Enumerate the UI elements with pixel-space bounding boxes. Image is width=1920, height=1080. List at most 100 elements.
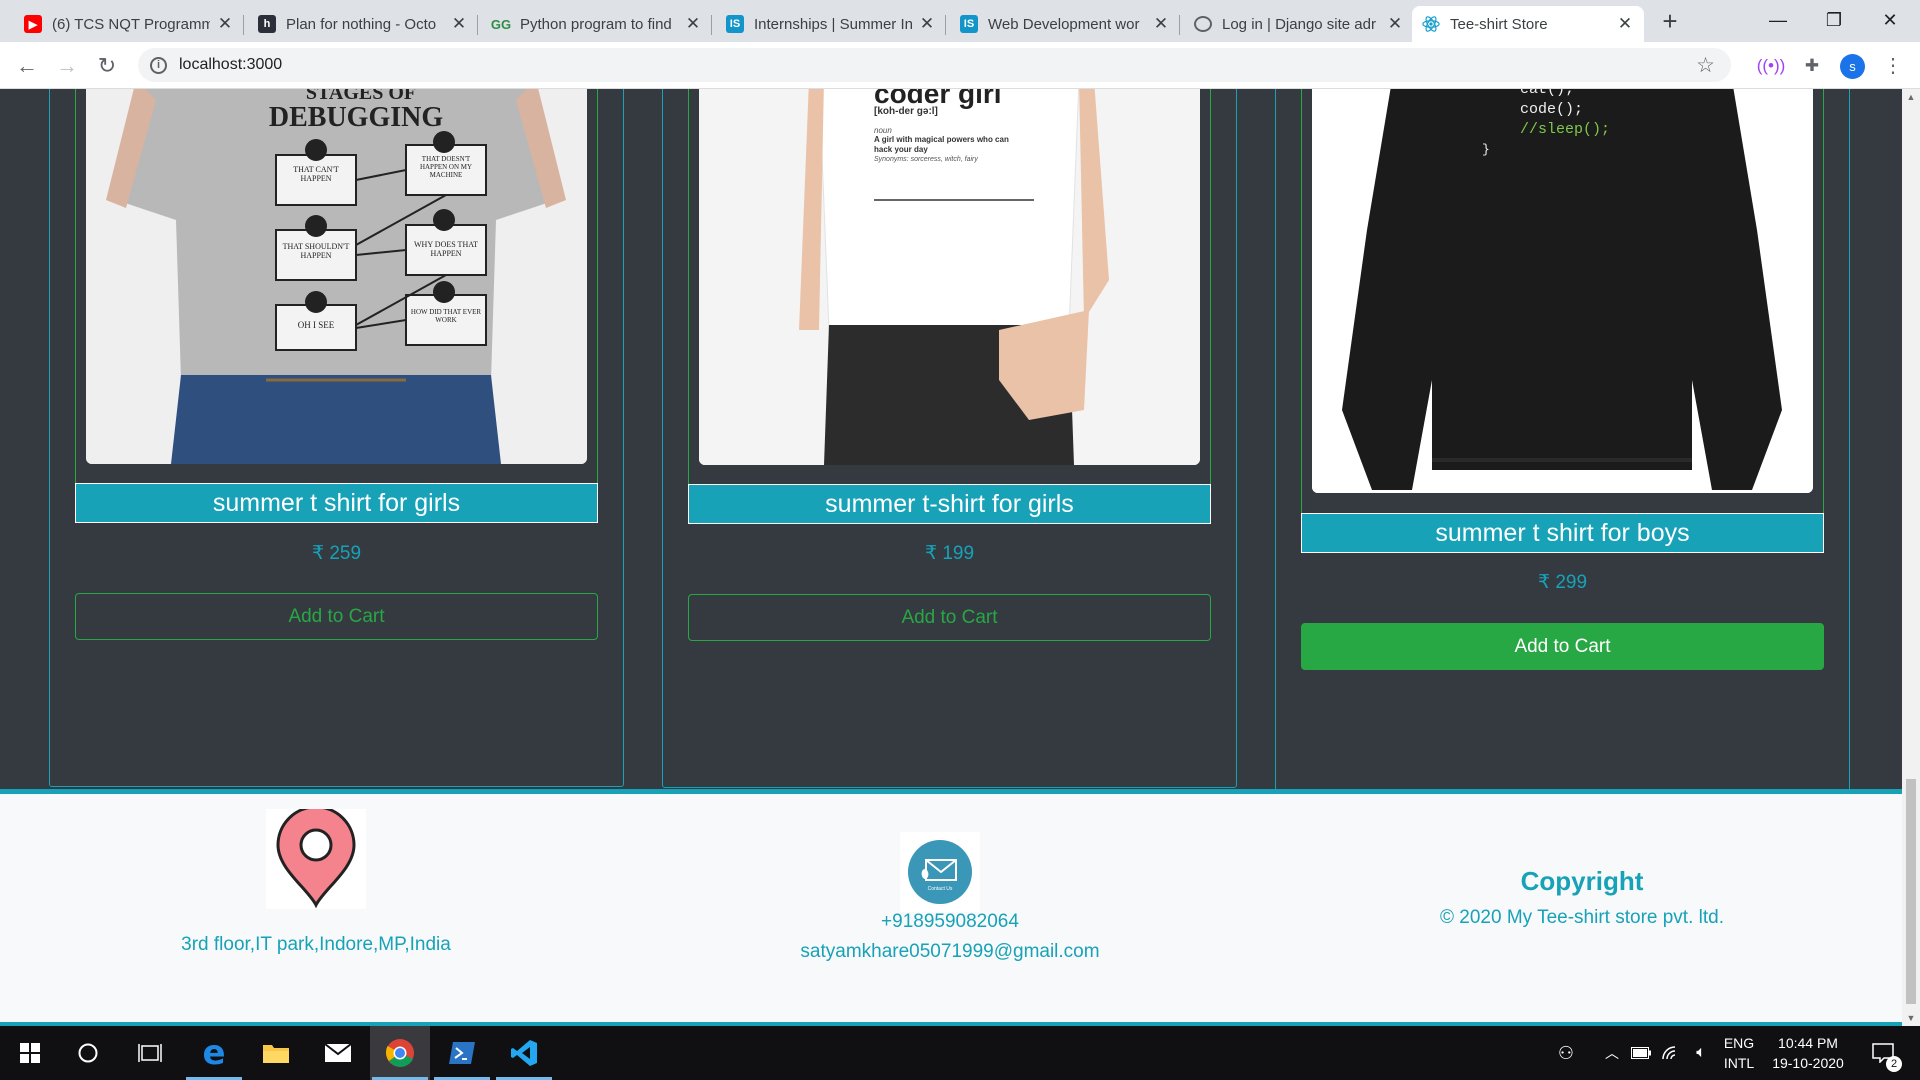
react-icon — [1422, 15, 1440, 33]
chrome-icon[interactable] — [370, 1026, 430, 1080]
info-icon[interactable]: i — [150, 56, 167, 74]
close-tab-icon[interactable]: ✕ — [216, 14, 234, 34]
contact-us-badge-text: Contact Us — [927, 886, 953, 892]
windows-taskbar: e ⚇ ︿ 🔈︎ ENG INTL 10:44 PM 19-10-2020 2 — [0, 1026, 1920, 1080]
add-to-cart-button[interactable]: Add to Cart — [75, 593, 598, 640]
browser-tab[interactable]: IS Internships | Summer In ✕ — [716, 6, 946, 42]
product-title: summer t-shirt for girls — [688, 484, 1211, 524]
add-to-cart-button[interactable]: Add to Cart — [1301, 623, 1824, 670]
file-explorer-icon[interactable] — [246, 1026, 306, 1080]
windows-start-icon[interactable] — [0, 1026, 60, 1080]
page-scrollbar[interactable]: ▲ ▼ — [1902, 89, 1920, 1026]
product-image-debugging-tee: STAGES OF DEBUGGING THAT CAN'T HAPPEN TH… — [86, 89, 587, 464]
search-circle-icon[interactable] — [58, 1026, 118, 1080]
wifi-icon[interactable] — [1659, 1026, 1683, 1080]
back-arrow-icon[interactable]: ← — [12, 51, 42, 81]
browser-tab[interactable]: ▶ (6) TCS NQT Programm ✕ — [14, 6, 244, 42]
extensions-puzzle-icon[interactable]: ✚ — [1797, 51, 1827, 81]
mail-icon[interactable] — [308, 1026, 368, 1080]
product-image-frame: STAGES OF DEBUGGING THAT CAN'T HAPPEN TH… — [75, 89, 598, 494]
restore-icon[interactable]: ❐ — [1806, 0, 1862, 40]
volume-icon[interactable]: 🔈︎ — [1689, 1026, 1713, 1080]
copyright-text: © 2020 My Tee-shirt store pvt. ltd. — [1440, 907, 1724, 928]
print-text-sleep: //sleep(); — [1520, 121, 1611, 138]
internshala-icon: IS — [726, 15, 744, 33]
scroll-up-arrow-icon[interactable]: ▲ — [1902, 89, 1920, 105]
location-pin-icon — [266, 805, 366, 909]
show-hidden-icons-chevron-icon[interactable]: ︿ — [1601, 1026, 1623, 1080]
broadcast-icon[interactable]: ((•)) — [1756, 51, 1786, 81]
keyboard-layout: INTL — [1723, 1055, 1755, 1071]
clock[interactable]: 10:44 PM 19-10-2020 — [1762, 1026, 1854, 1080]
print-text-brace: } — [1482, 142, 1490, 157]
print-text-eat: eat(); — [1520, 89, 1575, 98]
reload-icon[interactable]: ↻ — [92, 51, 122, 81]
footer-address: 3rd floor,IT park,Indore,MP,India — [181, 934, 451, 955]
print-text-code: code(); — [1520, 101, 1584, 118]
browser-tab[interactable]: h Plan for nothing - Octo ✕ — [248, 6, 478, 42]
hashnode-icon: h — [258, 15, 276, 33]
footer-email[interactable]: satyamkhare05071999@gmail.com — [700, 941, 1200, 963]
add-to-cart-button[interactable]: Add to Cart — [688, 594, 1211, 641]
product-card: STAGES OF DEBUGGING THAT CAN'T HAPPEN TH… — [49, 89, 624, 787]
product-price: ₹ 199 — [924, 543, 975, 564]
edge-browser-icon[interactable]: e — [184, 1026, 244, 1080]
browser-tab[interactable]: GG Python program to find ✕ — [482, 6, 712, 42]
youtube-icon: ▶ — [24, 15, 42, 33]
vscode-icon[interactable] — [494, 1026, 554, 1080]
product-card: eat(); code(); //sleep(); } summer t shi… — [1275, 89, 1850, 817]
forward-arrow-icon[interactable]: → — [52, 51, 82, 81]
product-image-code-hoodie: eat(); code(); //sleep(); } — [1312, 89, 1813, 493]
browser-toolbar: ← → ↻ i localhost:3000 ☆ ((•)) ✚ s ⋮ — [0, 42, 1920, 89]
close-tab-icon[interactable]: ✕ — [1152, 14, 1170, 34]
product-title: summer t shirt for girls — [75, 483, 598, 523]
print-text-debugging: DEBUGGING — [268, 102, 444, 133]
notifications-icon[interactable]: 2 — [1866, 1026, 1902, 1080]
product-image-coder-girl-tee: coder girl [koh-der gə:l] noun A girl wi… — [699, 89, 1200, 465]
product-card: coder girl [koh-der gə:l] noun A girl wi… — [662, 89, 1237, 788]
people-icon[interactable]: ⚇ — [1552, 1026, 1580, 1080]
scrollbar-thumb[interactable] — [1906, 779, 1916, 1004]
language-indicator[interactable]: ENG INTL — [1718, 1026, 1760, 1080]
browser-tab-active[interactable]: Tee-shirt Store ✕ — [1412, 6, 1644, 42]
internshala-icon: IS — [960, 15, 978, 33]
battery-icon[interactable] — [1629, 1026, 1653, 1080]
address-bar[interactable]: i localhost:3000 ☆ — [138, 48, 1731, 82]
print-text-synonyms: Synonyms: sorceress, witch, fairy — [874, 156, 978, 163]
language-code: ENG — [1723, 1035, 1755, 1051]
geeksforgeeks-icon: GG — [490, 16, 512, 32]
bookmark-star-icon[interactable]: ☆ — [1696, 53, 1715, 78]
scroll-down-arrow-icon[interactable]: ▼ — [1902, 1010, 1920, 1026]
close-tab-icon[interactable]: ✕ — [1386, 14, 1404, 34]
close-tab-icon[interactable]: ✕ — [1616, 14, 1634, 34]
product-image-frame: eat(); code(); //sleep(); } — [1301, 89, 1824, 523]
new-tab-button[interactable]: + — [1656, 8, 1684, 36]
close-tab-icon[interactable]: ✕ — [450, 14, 468, 34]
print-text-step5: OH I SEE — [297, 320, 335, 330]
print-text-step4: WHY DOES THAT HAPPEN — [414, 240, 478, 258]
copyright-heading: Copyright — [1520, 866, 1644, 896]
close-tab-icon[interactable]: ✕ — [684, 14, 702, 34]
product-price: ₹ 259 — [311, 543, 362, 564]
product-price: ₹ 299 — [1537, 572, 1588, 593]
product-image-frame: coder girl [koh-der gə:l] noun A girl wi… — [688, 89, 1211, 495]
browser-tab[interactable]: IS Web Development wor ✕ — [950, 6, 1180, 42]
product-title: summer t shirt for boys — [1301, 513, 1824, 553]
window-close-icon[interactable]: ✕ — [1862, 0, 1918, 40]
clock-date: 19-10-2020 — [1772, 1055, 1844, 1071]
globe-icon — [1194, 16, 1212, 32]
minimize-icon[interactable]: — — [1750, 0, 1806, 40]
url-text[interactable]: localhost:3000 — [179, 56, 282, 74]
footer-phone[interactable]: +918959082064 — [700, 911, 1200, 933]
browser-tab-strip: ▶ (6) TCS NQT Programm ✕ h Plan for noth… — [0, 0, 1920, 42]
print-text-noun: noun — [874, 126, 892, 135]
task-view-icon[interactable] — [120, 1026, 180, 1080]
print-text-pronunciation: [koh-der gə:l] — [874, 106, 938, 117]
print-text-step2: THAT DOESN'T HAPPEN ON MY MACHINE — [419, 155, 473, 179]
clock-time: 10:44 PM — [1778, 1035, 1838, 1051]
avatar[interactable]: s — [1840, 54, 1865, 79]
close-tab-icon[interactable]: ✕ — [918, 14, 936, 34]
menu-kebab-icon[interactable]: ⋮ — [1878, 51, 1908, 81]
browser-tab[interactable]: Log in | Django site adr ✕ — [1184, 6, 1414, 42]
powershell-icon[interactable] — [432, 1026, 492, 1080]
